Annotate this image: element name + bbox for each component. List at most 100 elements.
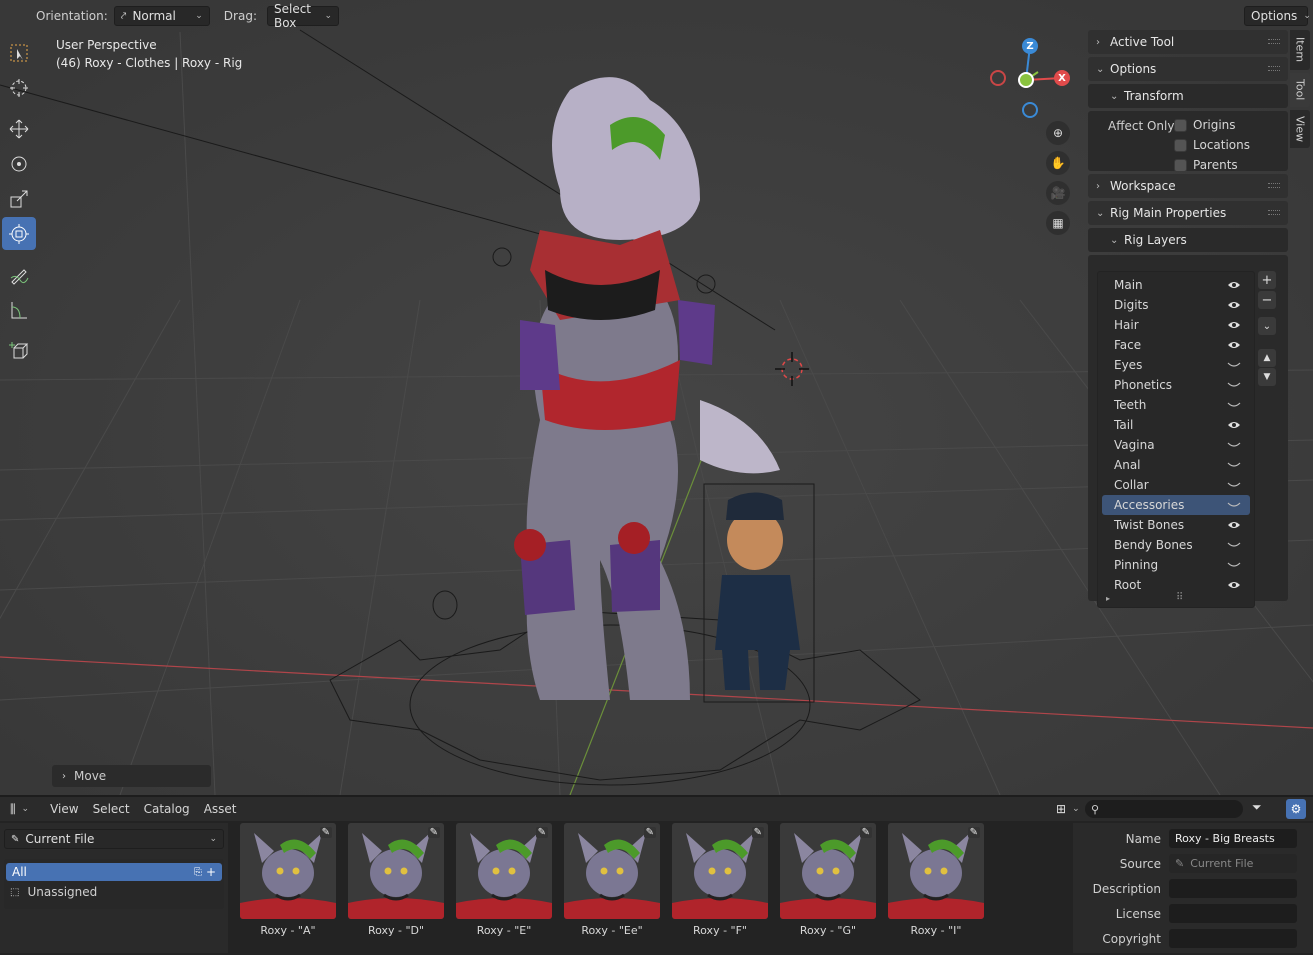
tab-view[interactable]: View	[1290, 110, 1310, 148]
gizmo-neg-x[interactable]	[990, 70, 1006, 86]
eye-open-icon[interactable]	[1226, 320, 1242, 330]
copyright-field[interactable]	[1169, 929, 1297, 948]
eye-closed-icon[interactable]	[1226, 380, 1242, 390]
layer-row[interactable]: Phonetics	[1102, 375, 1250, 395]
asset-thumbnail[interactable]: ✎ Roxy - "G"	[780, 823, 876, 943]
options-section[interactable]: ⌄ Options	[1088, 57, 1288, 81]
layer-row[interactable]: Vagina	[1102, 435, 1250, 455]
menu-catalog[interactable]: Catalog	[137, 802, 197, 816]
edit-icon[interactable]: ✎	[427, 827, 440, 838]
locations-checkbox[interactable]: Locations	[1174, 135, 1250, 155]
search-input[interactable]: ⚲	[1085, 800, 1243, 818]
display-mode-dropdown[interactable]: ⊞ ⌄	[1050, 799, 1086, 819]
edit-icon[interactable]: ✎	[967, 827, 980, 838]
remove-layer-button[interactable]: −	[1258, 291, 1276, 309]
license-field[interactable]	[1169, 904, 1297, 923]
layer-row[interactable]: Twist Bones	[1102, 515, 1250, 535]
eye-open-icon[interactable]	[1226, 340, 1242, 350]
eye-closed-icon[interactable]	[1226, 360, 1242, 370]
transform-subsection[interactable]: ⌄ Transform	[1088, 84, 1288, 108]
eye-closed-icon[interactable]	[1226, 560, 1242, 570]
orientation-dropdown[interactable]: ⤤ Normal ⌄	[113, 6, 210, 26]
asset-thumbnail[interactable]: ✎ Roxy - "I"	[888, 823, 984, 943]
eye-closed-icon[interactable]	[1226, 500, 1242, 510]
eye-closed-icon[interactable]	[1226, 460, 1242, 470]
eye-open-icon[interactable]	[1226, 520, 1242, 530]
move-layer-up-button[interactable]: ▲	[1258, 349, 1276, 367]
zoom-button[interactable]: ⊕	[1046, 121, 1070, 145]
layer-row[interactable]: Face	[1102, 335, 1250, 355]
layer-row[interactable]: Main	[1102, 275, 1250, 295]
rotate-tool[interactable]	[2, 147, 36, 180]
scale-tool[interactable]	[2, 182, 36, 215]
description-field[interactable]	[1169, 879, 1297, 898]
layer-row[interactable]: Accessories	[1102, 495, 1250, 515]
rig-layers-list[interactable]: Main Digits Hair Face Eyes Phonetics Teeth Tail…	[1097, 271, 1255, 608]
layer-row[interactable]: Teeth	[1102, 395, 1250, 415]
add-cube-tool[interactable]	[2, 334, 36, 367]
measure-tool[interactable]	[2, 293, 36, 326]
gizmo-z-axis[interactable]: Z	[1022, 38, 1038, 54]
eye-closed-icon[interactable]	[1226, 480, 1242, 490]
drag-grip-icon[interactable]	[1268, 39, 1280, 44]
list-resize-grip[interactable]: ⠿	[1176, 592, 1183, 603]
layer-row[interactable]: Digits	[1102, 295, 1250, 315]
edit-icon[interactable]: ✎	[751, 827, 764, 838]
asset-thumbnail[interactable]: ✎ Roxy - "F"	[672, 823, 768, 943]
eye-closed-icon[interactable]	[1226, 540, 1242, 550]
3d-viewport[interactable]: Orientation: ⤤ Normal ⌄ Drag: Select Box…	[0, 0, 1313, 795]
gizmo-y-axis[interactable]	[1018, 72, 1034, 88]
menu-asset[interactable]: Asset	[197, 802, 244, 816]
sidebar-toggle-button[interactable]: ⚙	[1286, 799, 1306, 819]
list-expand-icon[interactable]: ▸	[1106, 594, 1110, 603]
layer-specials-button[interactable]: ⌄	[1258, 317, 1276, 335]
eye-closed-icon[interactable]	[1226, 440, 1242, 450]
layer-row[interactable]: Pinning	[1102, 555, 1250, 575]
rig-layers-subsection[interactable]: ⌄ Rig Layers	[1088, 228, 1288, 252]
ortho-toggle-button[interactable]: ▦	[1046, 211, 1070, 235]
eye-open-icon[interactable]	[1226, 580, 1242, 590]
drag-grip-icon[interactable]	[1268, 210, 1280, 215]
select-box-tool[interactable]	[2, 36, 36, 69]
editor-type-dropdown[interactable]: ⫼ ⌄	[6, 799, 33, 819]
catalog-item-unassigned[interactable]: ⬚ Unassigned	[10, 885, 97, 899]
eye-open-icon[interactable]	[1226, 280, 1242, 290]
edit-icon[interactable]: ✎	[319, 827, 332, 838]
library-dropdown[interactable]: ✎ Current File ⌄	[4, 829, 224, 849]
drag-grip-icon[interactable]	[1268, 183, 1280, 188]
eye-closed-icon[interactable]	[1226, 400, 1242, 410]
menu-select[interactable]: Select	[86, 802, 137, 816]
tab-item[interactable]: Item	[1290, 30, 1310, 70]
eye-open-icon[interactable]	[1226, 420, 1242, 430]
asset-thumbnail[interactable]: ✎ Roxy - "E"	[456, 823, 552, 943]
asset-thumbnail[interactable]: ✎ Roxy - "Ee"	[564, 823, 660, 943]
camera-view-button[interactable]: 🎥	[1046, 181, 1070, 205]
gizmo-x-axis[interactable]: X	[1054, 70, 1070, 86]
parents-checkbox[interactable]: Parents	[1174, 155, 1250, 175]
layer-row[interactable]: Anal	[1102, 455, 1250, 475]
drag-grip-icon[interactable]	[1268, 66, 1280, 71]
options-dropdown[interactable]: Options ⌄	[1244, 6, 1311, 26]
last-operator-panel[interactable]: › Move	[52, 765, 211, 787]
menu-view[interactable]: View	[43, 802, 85, 816]
gizmo-neg-z[interactable]	[1022, 102, 1038, 118]
tab-tool[interactable]: Tool	[1290, 73, 1310, 107]
annotate-tool[interactable]	[2, 258, 36, 291]
plus-icon[interactable]: +	[206, 865, 216, 879]
eye-open-icon[interactable]	[1226, 300, 1242, 310]
move-tool[interactable]	[2, 112, 36, 145]
cursor-tool[interactable]	[2, 71, 36, 104]
workspace-section[interactable]: › Workspace	[1088, 174, 1288, 198]
origins-checkbox[interactable]: Origins	[1174, 115, 1250, 135]
layer-row[interactable]: Bendy Bones	[1102, 535, 1250, 555]
new-catalog-icon[interactable]: ⎘	[194, 867, 202, 878]
layer-row[interactable]: Hair	[1102, 315, 1250, 335]
move-layer-down-button[interactable]: ▼	[1258, 368, 1276, 386]
name-field[interactable]: Roxy - Big Breasts	[1169, 829, 1297, 848]
layer-row[interactable]: Collar	[1102, 475, 1250, 495]
edit-icon[interactable]: ✎	[535, 827, 548, 838]
active-tool-section[interactable]: › Active Tool	[1088, 30, 1288, 54]
pan-button[interactable]: ✋	[1046, 151, 1070, 175]
add-layer-button[interactable]: +	[1258, 271, 1276, 289]
drag-dropdown[interactable]: Select Box ⌄	[266, 2, 339, 30]
